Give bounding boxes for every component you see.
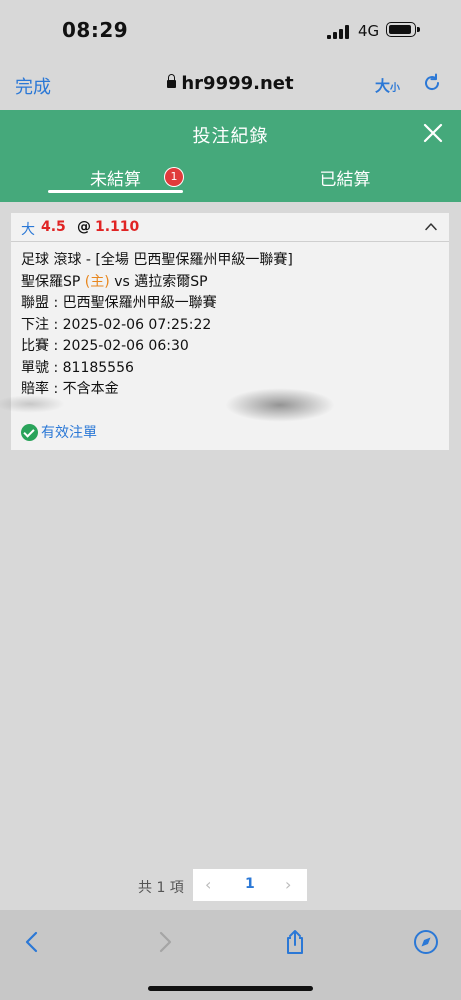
placed-label: 下注 xyxy=(21,316,49,333)
text-size-big: 大 xyxy=(375,77,391,95)
status-bar: 08:29 4G xyxy=(0,0,461,60)
back-icon[interactable] xyxy=(19,929,45,955)
home-tag: (主) xyxy=(84,273,110,290)
active-tab-indicator xyxy=(48,190,183,193)
close-icon[interactable] xyxy=(422,122,444,144)
tab-unsettled[interactable]: 未結算 xyxy=(48,165,183,203)
league-value: 巴西聖保羅州甲級一聯賽 xyxy=(62,295,217,311)
match-value: 2025-02-06 06:30 xyxy=(62,338,189,354)
text-size-button[interactable]: 大小 xyxy=(375,75,400,96)
league-label: 聯盟 xyxy=(21,295,49,311)
bet-details: 足球 滾球 - [全場 巴西聖保羅州甲級一聯賽] 聖保羅SP (主) vs 邁拉… xyxy=(21,250,293,401)
lock-icon xyxy=(167,74,177,88)
tab-unsettled-label: 未結算 xyxy=(90,170,141,190)
ticket-row: 單號 : 81185556 xyxy=(21,359,134,376)
away-team: 邁拉索爾SP xyxy=(134,273,208,290)
bet-status: 有效注單 xyxy=(21,422,97,442)
chevron-up-icon[interactable] xyxy=(425,222,437,231)
match-label: 比賽 xyxy=(21,338,49,354)
tab-settled[interactable]: 已結算 xyxy=(270,165,420,190)
bet-type: 大 xyxy=(21,222,35,238)
redaction-smudge xyxy=(0,395,65,413)
league-row: 聯盟 : 巴西聖保羅州甲級一聯賽 xyxy=(21,295,217,311)
home-indicator xyxy=(148,986,313,991)
network-label: 4G xyxy=(358,22,380,40)
prev-page-button[interactable]: ‹ xyxy=(205,875,211,894)
text-size-small: 小 xyxy=(390,83,401,94)
url-text: hr9999.net xyxy=(181,73,294,94)
tab-settled-label: 已結算 xyxy=(319,170,371,190)
match-teams: 聖保羅SP (主) vs 邁拉索爾SP xyxy=(21,272,293,294)
odds-type-value: 不含本金 xyxy=(62,381,119,397)
share-icon[interactable] xyxy=(282,929,308,955)
bet-odds: 1.110 xyxy=(95,219,140,235)
signal-icon xyxy=(327,25,351,39)
vs-label: vs xyxy=(114,273,130,290)
market-line: 足球 滾球 - [全場 巴西聖保羅州甲級一聯賽] xyxy=(21,252,293,268)
bet-card-header[interactable]: 大 4.5 @ 1.110 xyxy=(11,213,449,242)
reload-icon[interactable] xyxy=(421,72,443,94)
pagination: ‹ 1 › xyxy=(193,869,307,901)
match-time-row: 比賽 : 2025-02-06 06:30 xyxy=(21,338,189,354)
status-time: 08:29 xyxy=(62,18,129,42)
battery-icon xyxy=(386,22,420,37)
pagination-total: 共 1 項 xyxy=(138,880,184,896)
ticket-label: 單號 xyxy=(21,359,49,376)
app-header: 投注紀錄 未結算 1 已結算 xyxy=(0,110,461,202)
placed-value: 2025-02-06 07:25:22 xyxy=(62,316,212,333)
placed-row: 下注 : 2025-02-06 07:25:22 xyxy=(21,316,212,333)
next-page-button[interactable]: › xyxy=(285,875,291,894)
compass-icon[interactable] xyxy=(413,929,439,955)
forward-icon[interactable] xyxy=(152,929,178,955)
home-team: 聖保羅SP xyxy=(21,273,81,290)
page-title: 投注紀錄 xyxy=(192,126,269,147)
at-sign: @ xyxy=(77,219,91,235)
check-circle-icon xyxy=(21,423,38,441)
ticket-value: 81185556 xyxy=(62,359,134,376)
redaction-smudge xyxy=(225,388,335,422)
bet-status-label: 有效注單 xyxy=(41,425,97,441)
browser-toolbar: 完成 hr9999.net 大小 xyxy=(0,60,461,110)
bet-line: 4.5 xyxy=(41,219,66,235)
unsettled-count-badge: 1 xyxy=(165,168,183,186)
current-page[interactable]: 1 xyxy=(245,876,255,892)
